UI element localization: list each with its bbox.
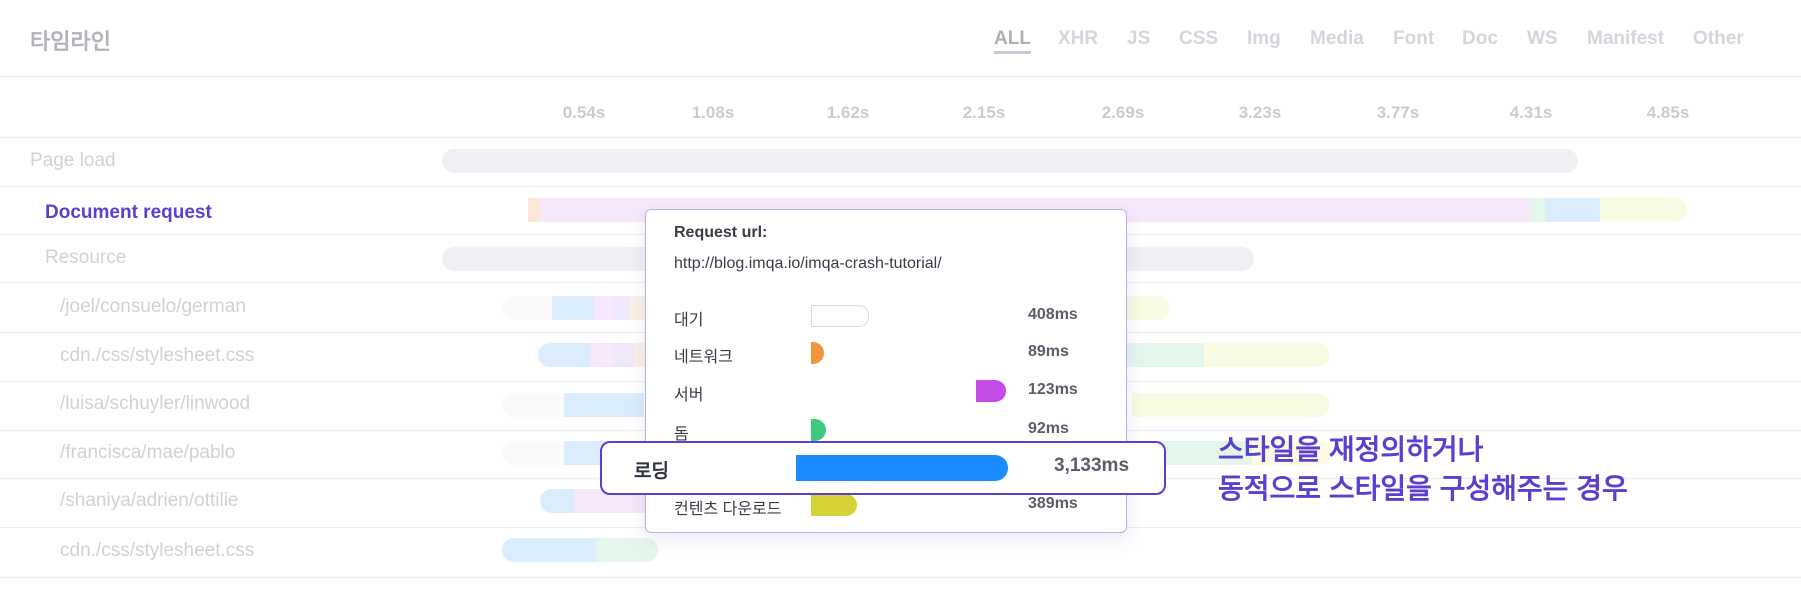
time-tick: 1.62s (826, 103, 870, 122)
tab-js[interactable]: JS (1127, 28, 1150, 50)
tab-css[interactable]: CSS (1179, 28, 1218, 50)
loading-highlight: 로딩 3,133ms (600, 441, 1166, 495)
tab-media[interactable]: Media (1310, 28, 1364, 50)
tab-doc[interactable]: Doc (1462, 28, 1498, 50)
row-label-resource[interactable]: Resource (45, 247, 126, 269)
row-label-page-load[interactable]: Page load (30, 150, 116, 172)
row-label-resource-item[interactable]: /luisa/schuyler/linwood (60, 393, 250, 415)
ticks-divider (0, 137, 1801, 138)
tab-other[interactable]: Other (1693, 28, 1744, 50)
metric-label-content-download: 컨텐츠 다운로드 (674, 501, 782, 518)
popup-heading: Request url: (674, 224, 768, 241)
tab-font[interactable]: Font (1393, 28, 1434, 50)
metric-bar-network (811, 342, 824, 364)
metric-value-wait: 408ms (1028, 306, 1078, 323)
tab-all[interactable]: ALL (994, 28, 1031, 54)
tab-ws[interactable]: WS (1527, 28, 1558, 50)
metric-bar-loading (796, 455, 1008, 481)
time-tick: 3.77s (1376, 103, 1420, 122)
metric-label-loading: 로딩 (634, 461, 669, 482)
tab-xhr[interactable]: XHR (1058, 28, 1098, 50)
metric-value-network: 89ms (1028, 343, 1069, 360)
metric-label-server: 서버 (674, 387, 704, 404)
metric-label-network: 네트워크 (674, 349, 733, 366)
row-label-resource-item[interactable]: cdn./css/stylesheet.css (60, 540, 254, 562)
row-divider (0, 577, 1801, 578)
page-title: 타임라인 (30, 29, 111, 54)
metric-bar-server (976, 380, 1006, 402)
row-label-resource-item[interactable]: cdn./css/stylesheet.css (60, 345, 254, 367)
metric-value-dom: 92ms (1028, 420, 1069, 437)
time-tick: 2.69s (1101, 103, 1145, 122)
time-tick: 1.08s (691, 103, 735, 122)
resource-timing-bar[interactable] (502, 538, 658, 562)
metric-bar-wait (811, 305, 869, 327)
page-load-bar (442, 149, 1578, 173)
header-divider (0, 76, 1801, 77)
row-label-resource-item[interactable]: /shaniya/adrien/ottilie (60, 490, 239, 512)
annotation-line-1: 스타일을 재정의하거나 (1218, 434, 1484, 465)
metric-value-loading: 3,133ms (1054, 455, 1130, 476)
metric-bar-content-download (811, 494, 857, 516)
row-label-resource-item[interactable]: /francisca/mae/pablo (60, 442, 235, 464)
annotation-line-2: 동적으로 스타일을 구성해주는 경우 (1218, 473, 1628, 504)
tab-img[interactable]: Img (1247, 28, 1281, 50)
time-tick: 4.85s (1646, 103, 1690, 122)
row-divider (0, 186, 1801, 187)
time-tick: 0.54s (562, 103, 606, 122)
metric-value-server: 123ms (1028, 381, 1078, 398)
popup-url[interactable]: http://blog.imqa.io/imqa-crash-tutorial/ (674, 255, 942, 273)
time-tick: 4.31s (1509, 103, 1553, 122)
metric-bar-dom (811, 419, 826, 441)
row-label-document-request[interactable]: Document request (45, 202, 212, 224)
tab-manifest[interactable]: Manifest (1587, 28, 1664, 50)
row-label-resource-item[interactable]: /joel/consuelo/german (60, 296, 246, 318)
metric-value-content-download: 389ms (1028, 495, 1078, 512)
metric-label-wait: 대기 (674, 312, 704, 329)
time-tick: 3.23s (1238, 103, 1282, 122)
time-tick: 2.15s (962, 103, 1006, 122)
